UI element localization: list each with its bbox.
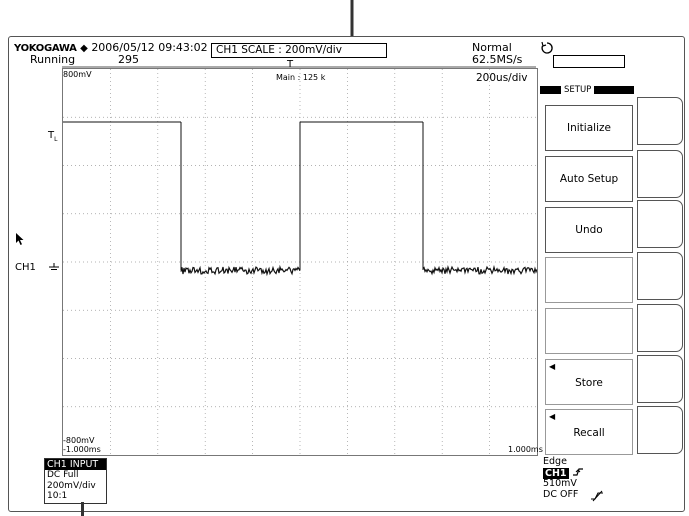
trigger-level-marker: TL: [48, 130, 58, 144]
refresh-icon: [540, 40, 554, 54]
pointer-line-bottom: [81, 502, 84, 516]
ch1-input-title: CH1 INPUT: [45, 459, 106, 470]
channel-label: CH1: [15, 262, 36, 273]
softkey-7[interactable]: [637, 406, 683, 454]
undo-label: Undo: [575, 224, 603, 236]
ground-level-icon: [48, 259, 60, 271]
initialize-button[interactable]: Initialize: [545, 105, 633, 151]
softkey-1[interactable]: [637, 97, 683, 145]
bottom-level-label: -800mV: [63, 436, 95, 445]
initialize-label: Initialize: [567, 122, 611, 134]
store-button[interactable]: ◀ Store: [545, 359, 633, 405]
main-info: Main : 125 k: [276, 73, 326, 82]
menu-slot-empty-2[interactable]: [545, 308, 633, 354]
status-bar: [553, 55, 625, 68]
diamond-icon: ◆: [80, 43, 88, 54]
auto-setup-label: Auto Setup: [559, 173, 619, 185]
time-right-label: 1.000ms: [508, 445, 543, 454]
trigger-level: 510mV: [543, 478, 577, 489]
submenu-arrow-icon: ◀: [549, 412, 556, 421]
recall-button[interactable]: ◀ Recall: [545, 409, 633, 455]
top-level-label: 800mV: [63, 70, 92, 79]
softkey-3[interactable]: [637, 200, 683, 248]
softkey-2[interactable]: [637, 150, 683, 198]
store-label: Store: [575, 377, 603, 389]
time-left-label: -1.000ms: [63, 445, 101, 454]
recall-label: Recall: [573, 427, 605, 439]
softkey-6[interactable]: [637, 355, 683, 403]
waveform-low-segment: [180, 264, 301, 277]
scale-readout: CH1 SCALE : 200mV/div: [211, 43, 387, 58]
trigger-type: Edge: [543, 456, 567, 467]
softkey-5[interactable]: [637, 304, 683, 352]
waveform-display: [62, 68, 538, 456]
menu-title: SETUP: [561, 85, 595, 95]
coupling-value: DC Full: [47, 470, 79, 480]
waveform-low-segment: [422, 264, 537, 276]
probe-ratio-value: 10:1: [47, 491, 68, 501]
vertical-scale-value: 200mV/div: [47, 480, 96, 491]
menu-slot-empty-1[interactable]: [545, 257, 633, 303]
undo-button[interactable]: Undo: [545, 207, 633, 253]
acq-count: 295: [118, 53, 139, 66]
datetime: 2006/05/12 09:43:02: [91, 41, 208, 54]
auto-setup-button[interactable]: Auto Setup: [545, 156, 633, 202]
ch1-input-panel: CH1 INPUT DC Full 200mV/div 10:1: [44, 458, 107, 504]
submenu-arrow-icon: ◀: [549, 362, 556, 371]
time-div: 200us/div: [476, 72, 528, 84]
softkey-4[interactable]: [637, 252, 683, 300]
acq-status: Running: [30, 53, 76, 66]
noise-reject-icon: [590, 487, 606, 502]
sample-rate: 62.5MS/s: [472, 53, 523, 66]
mouse-cursor-icon: [15, 231, 25, 245]
trigger-hf-reject: DC OFF: [543, 489, 579, 500]
